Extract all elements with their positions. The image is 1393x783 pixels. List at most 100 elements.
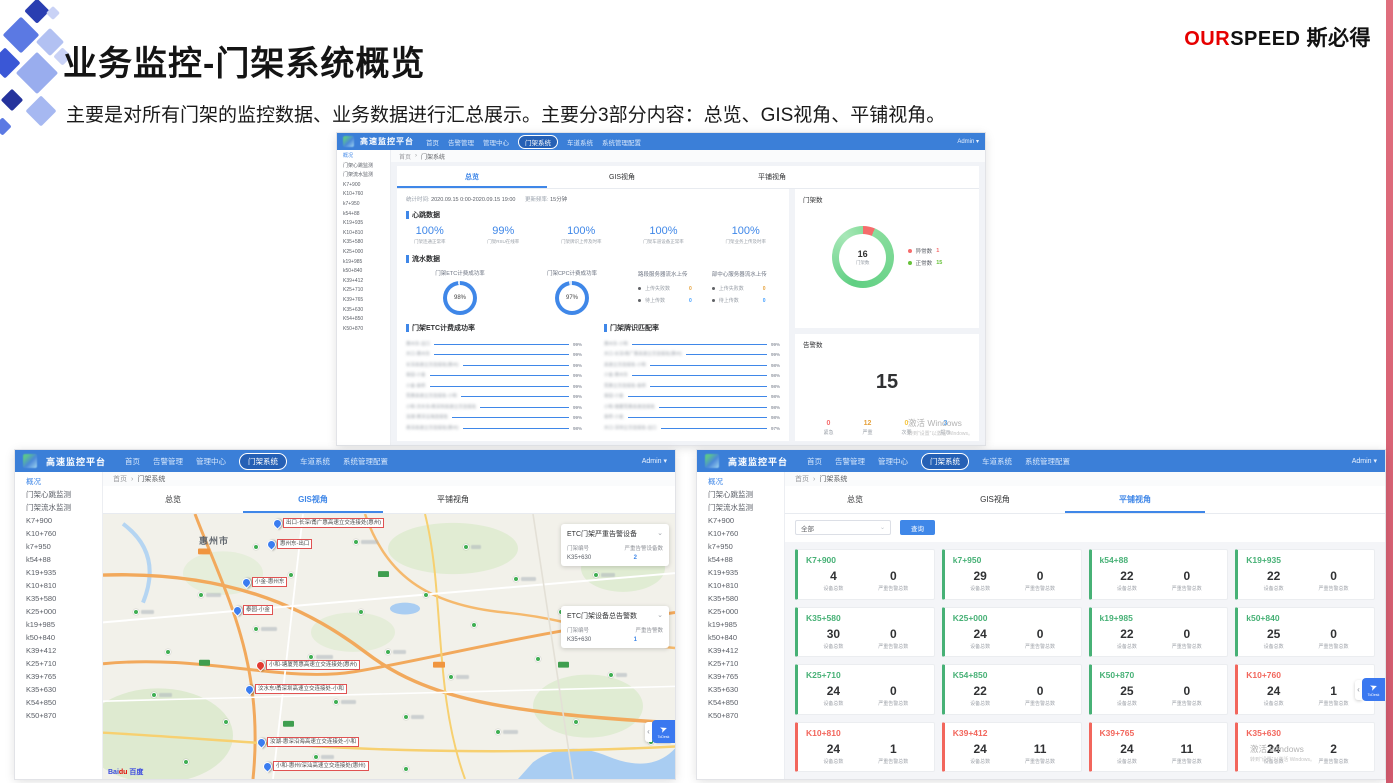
nav-item[interactable]: 首页 (807, 456, 822, 467)
sidebar-item[interactable]: K39+412 (697, 644, 784, 657)
sidebar-item[interactable]: K7+900 (15, 514, 102, 527)
nav-item[interactable]: 告警管理 (835, 456, 865, 467)
admin-menu[interactable]: Admin ▾ (1352, 457, 1377, 465)
collapse-icon[interactable]: ‹ (1355, 680, 1362, 700)
sidebar-item[interactable]: 门架心跳监测 (15, 488, 102, 501)
sidebar-item[interactable]: K54+850 (337, 315, 390, 325)
gantry-card[interactable]: K39+412 24 设备总数 11 严重告警总数 (942, 722, 1082, 773)
sidebar-item[interactable]: K50+870 (337, 325, 390, 335)
sidebar-item[interactable]: 概况 (15, 475, 102, 488)
tab-gis[interactable]: GIS视角 (547, 166, 697, 188)
sidebar-item[interactable]: K25+000 (337, 248, 390, 258)
tab-tile[interactable]: 平铺视角 (697, 166, 847, 188)
sidebar-item[interactable]: K10+760 (697, 527, 784, 540)
search-button[interactable]: 查询 (900, 520, 935, 535)
sidebar-item[interactable]: K10+810 (337, 229, 390, 239)
sidebar-item[interactable]: K35+580 (15, 592, 102, 605)
sidebar-item[interactable]: K10+810 (15, 579, 102, 592)
todesk-widget[interactable]: ‹ ➤ ToDesk (645, 720, 675, 743)
todesk-widget[interactable]: ‹ ➤ ToDesk (1355, 678, 1385, 701)
gantry-card[interactable]: K10+810 24 设备总数 1 严重告警总数 (795, 722, 935, 773)
gantry-card[interactable]: K7+900 4 设备总数 0 严重告警总数 (795, 549, 935, 600)
tab-overview[interactable]: 总览 (103, 486, 243, 513)
gantry-card[interactable]: K50+870 25 设备总数 0 严重告警总数 (1089, 664, 1229, 715)
sidebar-item[interactable]: K25+710 (337, 286, 390, 296)
sidebar-item[interactable]: K19+935 (15, 566, 102, 579)
gantry-card[interactable]: K25+710 24 设备总数 0 严重告警总数 (795, 664, 935, 715)
sidebar-item[interactable]: 门架流水监测 (697, 501, 784, 514)
sidebar-item[interactable]: k54+88 (337, 210, 390, 220)
sidebar-item[interactable]: K10+760 (15, 527, 102, 540)
sidebar-item[interactable]: K35+630 (337, 306, 390, 316)
sidebar-item[interactable]: K10+760 (337, 190, 390, 200)
map-marker[interactable]: 泰园-小金 (233, 606, 242, 615)
gantry-filter-select[interactable]: 全部⌄ (795, 520, 891, 535)
sidebar-item[interactable]: K39+412 (337, 277, 390, 287)
gantry-card[interactable]: k50+840 25 设备总数 0 严重告警总数 (1235, 607, 1375, 658)
sidebar-item[interactable]: K35+630 (697, 683, 784, 696)
nav-item[interactable]: 车道系统 (567, 137, 593, 147)
sidebar-item[interactable]: K39+765 (15, 670, 102, 683)
nav-item[interactable]: 管理中心 (878, 456, 908, 467)
tab-overview[interactable]: 总览 (397, 166, 547, 188)
nav-item[interactable]: 系统管理配置 (602, 137, 641, 147)
nav-item[interactable]: 门架系统 (518, 135, 558, 149)
sidebar-item[interactable]: K50+870 (15, 709, 102, 722)
sidebar-item[interactable]: K25+000 (697, 605, 784, 618)
sidebar-item[interactable]: K35+580 (697, 592, 784, 605)
nav-item[interactable]: 车道系统 (982, 456, 1012, 467)
sidebar-item[interactable]: 门架心跳监测 (697, 488, 784, 501)
nav-item[interactable]: 系统管理配置 (1025, 456, 1070, 467)
nav-item[interactable]: 首页 (426, 137, 439, 147)
sidebar-item[interactable]: K39+765 (697, 670, 784, 683)
tab-gis[interactable]: GIS视角 (925, 486, 1065, 513)
map-marker[interactable]: 小和-塘厦莞惠高速立交连接处(惠州) (256, 661, 265, 670)
tab-tile[interactable]: 平铺视角 (1065, 486, 1205, 513)
tab-gis[interactable]: GIS视角 (243, 486, 383, 513)
tab-overview[interactable]: 总览 (785, 486, 925, 513)
sidebar-item[interactable]: K39+412 (15, 644, 102, 657)
sidebar-item[interactable]: 门架心跳监测 (337, 162, 390, 172)
sidebar-item[interactable]: k54+88 (697, 553, 784, 566)
sidebar-item[interactable]: K54+850 (15, 696, 102, 709)
sidebar-item[interactable]: 门架流水监测 (15, 501, 102, 514)
admin-menu[interactable]: Admin ▾ (957, 138, 979, 145)
admin-menu[interactable]: Admin ▾ (642, 457, 667, 465)
sidebar-item[interactable]: K19+935 (337, 219, 390, 229)
tab-tile[interactable]: 平铺视角 (383, 486, 523, 513)
nav-item[interactable]: 车道系统 (300, 456, 330, 467)
sidebar-item[interactable]: k19+985 (15, 618, 102, 631)
sidebar-item[interactable]: k7+950 (15, 540, 102, 553)
sidebar-item[interactable]: K39+765 (337, 296, 390, 306)
sidebar-item[interactable]: k50+840 (697, 631, 784, 644)
gis-map[interactable]: 惠州市 出口-长深/甬广惠高速立交连接处(惠州) 惠州东-出 (103, 514, 675, 779)
panel-title-dropdown[interactable]: ETC门架设备总告警数⌄ (567, 611, 663, 621)
sidebar-item[interactable]: K25+710 (15, 657, 102, 670)
nav-item[interactable]: 告警管理 (153, 456, 183, 467)
nav-item[interactable]: 门架系统 (921, 453, 969, 470)
sidebar-item[interactable]: K10+810 (697, 579, 784, 592)
sidebar-item[interactable]: k19+985 (697, 618, 784, 631)
map-marker[interactable]: 汝湖-惠深沿海高速立交连接处-小和 (257, 738, 266, 747)
sidebar-item[interactable]: k50+840 (337, 267, 390, 277)
gantry-card[interactable]: K39+765 24 设备总数 11 严重告警总数 (1089, 722, 1229, 773)
sidebar-item[interactable]: K54+850 (697, 696, 784, 709)
map-marker[interactable]: 小和-惠州/深汕高速立交连接处(惠州) (263, 762, 272, 771)
sidebar-item[interactable]: K35+630 (15, 683, 102, 696)
gantry-card[interactable]: K35+630 24 设备总数 2 严重告警总数 (1235, 722, 1375, 773)
map-marker[interactable]: 惠州东-出口 (267, 540, 276, 549)
sidebar-item[interactable]: K7+900 (337, 181, 390, 191)
sidebar-item[interactable]: K35+580 (337, 238, 390, 248)
sidebar-item[interactable]: k54+88 (15, 553, 102, 566)
nav-item[interactable]: 系统管理配置 (343, 456, 388, 467)
sidebar-item[interactable]: k19+985 (337, 258, 390, 268)
sidebar-item[interactable]: k50+840 (15, 631, 102, 644)
map-marker[interactable]: 汶水东/甬深圳高速立交连接处-小和 (245, 685, 254, 694)
nav-item[interactable]: 门架系统 (239, 453, 287, 470)
sidebar-item[interactable]: K50+870 (697, 709, 784, 722)
sidebar-item[interactable]: K25+000 (15, 605, 102, 618)
gantry-card[interactable]: K19+935 22 设备总数 0 严重告警总数 (1235, 549, 1375, 600)
nav-item[interactable]: 首页 (125, 456, 140, 467)
sidebar-item[interactable]: k7+950 (697, 540, 784, 553)
sidebar-item[interactable]: k7+950 (337, 200, 390, 210)
